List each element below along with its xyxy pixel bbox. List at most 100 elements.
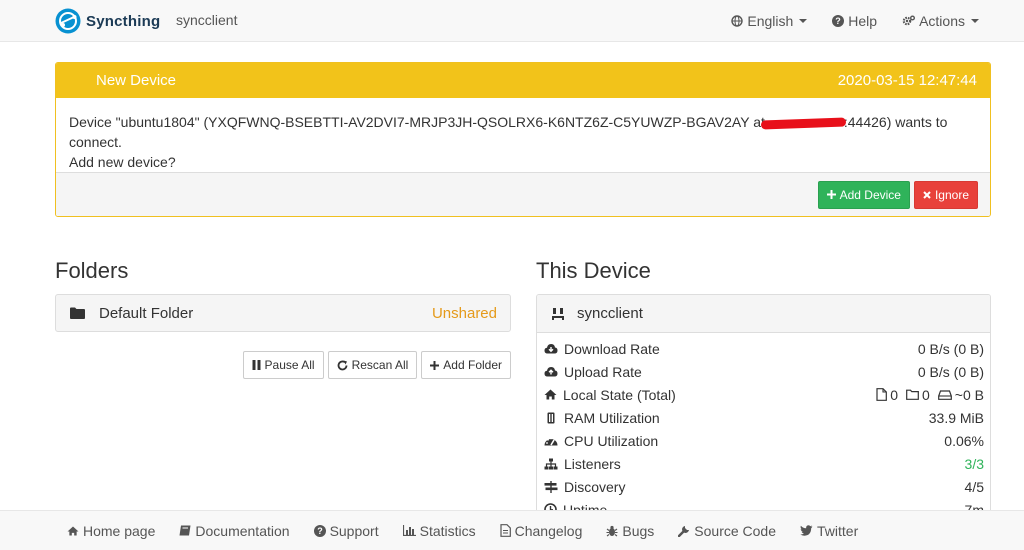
footer-changelog-label: Changelog — [514, 522, 583, 539]
caret-down-icon — [799, 18, 808, 23]
home-icon — [67, 525, 79, 536]
redacted-address — [760, 117, 847, 130]
footer-support-label: Support — [329, 522, 379, 539]
cpu-row: CPU Utilization 0.06% — [537, 429, 990, 452]
this-device-header[interactable]: syncclient — [537, 295, 990, 333]
footer-statistics-link[interactable]: Statistics — [402, 522, 476, 539]
file-text-icon — [500, 524, 511, 537]
brand-link[interactable]: Syncthing — [55, 7, 160, 35]
question-circle-icon: ? — [313, 524, 326, 537]
caret-down-icon — [971, 18, 979, 23]
footer-bugs-label: Bugs — [622, 522, 655, 539]
local-size: ~0 B — [954, 386, 984, 403]
actions-dropdown[interactable]: Actions — [902, 13, 979, 29]
book-icon — [179, 525, 191, 536]
folder-default[interactable]: Default Folder Unshared — [55, 294, 511, 332]
twitter-icon — [800, 525, 813, 536]
message-line2: Add new device? — [69, 154, 176, 170]
folder-actions: Pause All Rescan All Add Folder — [239, 351, 511, 379]
ram-label: RAM Utilization — [564, 409, 660, 426]
rescan-all-button[interactable]: Rescan All — [327, 351, 418, 379]
footer-bugs-link[interactable]: Bugs — [606, 523, 654, 539]
svg-text:?: ? — [836, 16, 842, 26]
download-rate-label: Download Rate — [564, 340, 660, 357]
cloud-upload-icon — [544, 367, 558, 377]
notification-footer: Add Device Ignore — [56, 172, 990, 216]
local-state-row: Local State (Total) 0 0 ~0 B — [537, 383, 990, 406]
discovery-value: 4/5 — [964, 478, 984, 495]
footer-changelog-link[interactable]: Changelog — [500, 522, 583, 539]
folder-open-icon — [906, 389, 919, 400]
ignore-button[interactable]: Ignore — [913, 180, 978, 209]
footer-home-link[interactable]: Home page — [67, 523, 155, 539]
help-button[interactable]: ? Help — [832, 13, 877, 29]
footer-twitter-label: Twitter — [817, 522, 859, 539]
notification-timestamp: 2020-03-15 12:47:44 — [837, 72, 977, 89]
rescan-all-label: Rescan All — [351, 358, 409, 372]
local-state-label: Local State (Total) — [563, 386, 676, 403]
navbar: Syncthing syncclient English ? Help Acti… — [0, 0, 1024, 42]
footer-support-link[interactable]: ? Support — [313, 522, 379, 539]
bug-icon — [606, 525, 618, 536]
bar-chart-icon — [402, 525, 416, 536]
add-device-button[interactable]: Add Device — [817, 180, 910, 209]
upload-rate-row: Upload Rate 0 B/s (0 B) — [537, 360, 990, 383]
discovery-row: Discovery 4/5 — [537, 475, 990, 498]
this-device-name: syncclient — [577, 305, 643, 322]
help-label: Help — [848, 12, 878, 29]
add-folder-button[interactable]: Add Folder — [421, 351, 511, 379]
footer-statistics-label: Statistics — [419, 522, 476, 539]
qrcode-icon — [552, 307, 564, 320]
discovery-label: Discovery — [564, 478, 626, 495]
folder-name: Default Folder — [99, 304, 194, 322]
cpu-value: 0.06% — [944, 432, 984, 449]
memory-icon — [547, 412, 555, 423]
question-circle-icon: ? — [832, 14, 845, 27]
footer-documentation-link[interactable]: Documentation — [179, 523, 290, 539]
pause-all-label: Pause All — [264, 358, 315, 372]
this-device-panel: syncclient Download Rate 0 B/s (0 B) Upl… — [536, 294, 991, 524]
local-dirs-count: 0 — [922, 386, 930, 403]
syncthing-logo-icon — [55, 8, 81, 34]
refresh-icon — [337, 360, 347, 370]
upload-rate-label: Upload Rate — [564, 363, 642, 380]
pause-icon — [252, 360, 261, 370]
sitemap-icon — [544, 458, 558, 469]
footer: Home page Documentation ? Support Statis… — [0, 510, 1024, 550]
folders-heading: Folders — [55, 258, 129, 283]
new-device-notification: New Device 2020-03-15 12:47:44 Device "u… — [55, 62, 991, 217]
folder-icon — [70, 307, 85, 319]
footer-home-label: Home page — [83, 522, 156, 539]
globe-icon — [731, 14, 744, 27]
add-device-label: Add Device — [839, 187, 901, 202]
footer-source-code-link[interactable]: Source Code — [678, 523, 776, 539]
nav-device-name: syncclient — [176, 12, 238, 28]
listeners-value: 3/3 — [964, 455, 984, 472]
this-device-heading: This Device — [536, 258, 651, 283]
wrench-icon — [678, 525, 690, 537]
notification-header: New Device 2020-03-15 12:47:44 — [56, 63, 990, 98]
footer-source-code-label: Source Code — [694, 522, 776, 539]
notification-message: Device "ubuntu1804" (YXQFWNQ-BSEBTTI-AV2… — [56, 98, 990, 172]
cogs-icon — [902, 15, 916, 25]
cpu-label: CPU Utilization — [564, 432, 659, 449]
upload-rate-value: 0 B/s (0 B) — [917, 363, 984, 380]
language-label: English — [747, 12, 794, 29]
plus-icon — [430, 360, 440, 370]
notification-title: New Device — [96, 72, 177, 89]
folder-status: Unshared — [431, 304, 497, 322]
language-dropdown[interactable]: English — [731, 12, 808, 29]
download-rate-row: Download Rate 0 B/s (0 B) — [537, 337, 990, 360]
plus-icon — [826, 190, 836, 199]
message-line1-prefix: Device "ubuntu1804" (YXQFWNQ-BSEBTTI-AV2… — [69, 114, 765, 130]
brand-name: Syncthing — [86, 12, 161, 30]
download-rate-value: 0 B/s (0 B) — [917, 340, 984, 357]
svg-text:?: ? — [317, 526, 323, 536]
footer-twitter-link[interactable]: Twitter — [800, 523, 858, 539]
nav-right-menu: English ? Help Actions — [706, 0, 979, 41]
local-state-value: 0 0 ~0 B — [868, 387, 984, 403]
home-icon — [544, 389, 557, 400]
times-icon — [923, 190, 931, 199]
pause-all-button[interactable]: Pause All — [242, 351, 324, 379]
local-files-count: 0 — [890, 386, 898, 403]
